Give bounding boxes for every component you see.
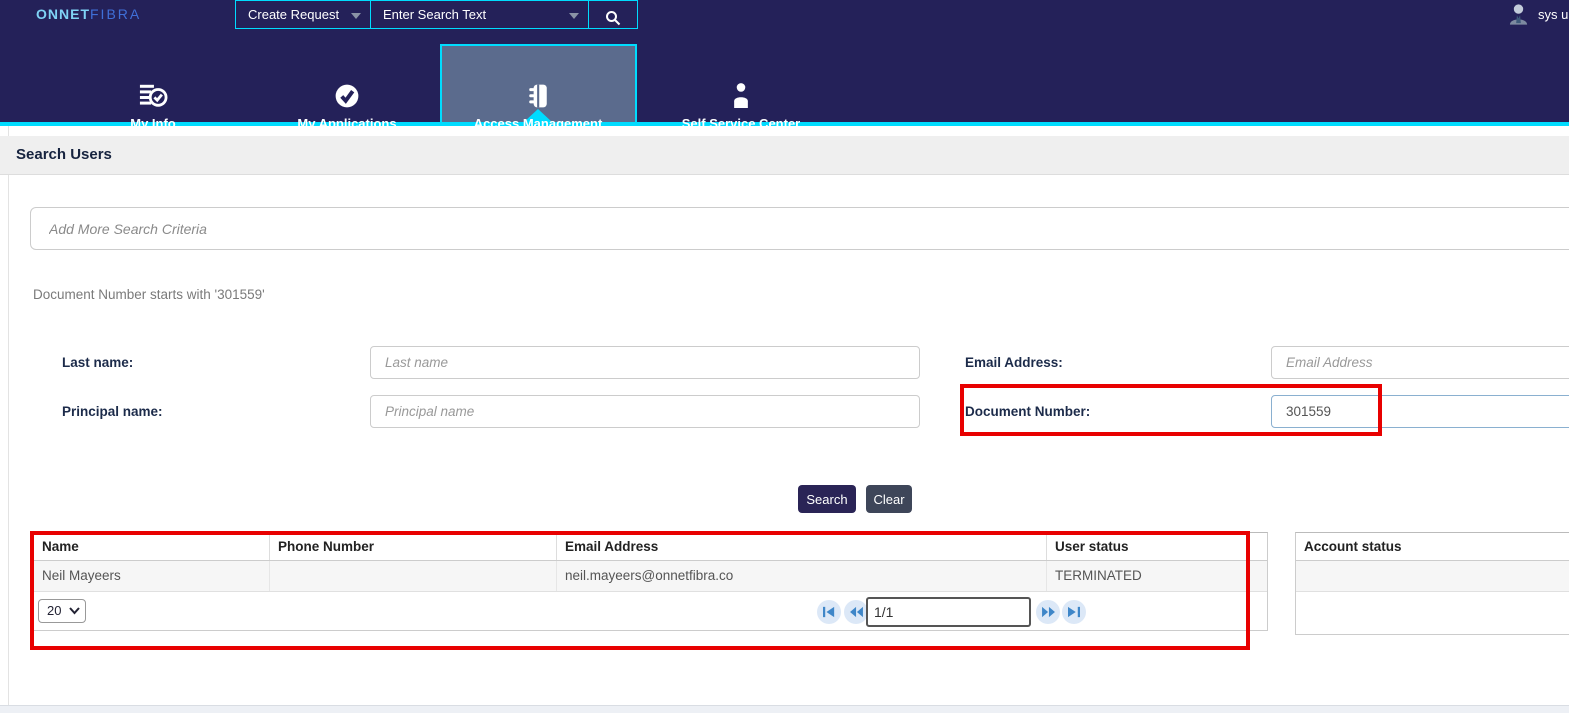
user-avatar[interactable] bbox=[1506, 2, 1531, 27]
page-size-select[interactable]: 20 bbox=[38, 599, 86, 623]
my-applications-icon bbox=[333, 81, 361, 111]
previous-page-icon bbox=[849, 606, 864, 618]
column-header-name[interactable]: Name bbox=[34, 533, 270, 560]
first-page-icon bbox=[822, 606, 836, 618]
brand-logo[interactable]: ONNETFIBRA bbox=[36, 0, 141, 29]
active-criteria-text: Document Number starts with '301559' bbox=[33, 287, 265, 302]
global-search-placeholder: Enter Search Text bbox=[383, 7, 486, 22]
tab-label: My Applications bbox=[297, 116, 396, 131]
global-search-combobox[interactable]: Enter Search Text bbox=[370, 0, 589, 29]
create-request-dropdown[interactable]: Create Request bbox=[235, 0, 371, 29]
last-page-button[interactable] bbox=[1062, 600, 1086, 624]
cell-phone bbox=[270, 561, 557, 591]
tab-self-service-center[interactable]: Self Service Center bbox=[646, 81, 836, 131]
self-service-icon bbox=[729, 81, 753, 111]
logged-in-user-label[interactable]: sys u bbox=[1538, 0, 1568, 29]
document-number-label: Document Number: bbox=[965, 404, 1090, 419]
column-header-phone[interactable]: Phone Number bbox=[270, 533, 557, 560]
column-header-account-status[interactable]: Account status bbox=[1296, 533, 1569, 561]
page-indicator-input[interactable] bbox=[866, 597, 1031, 627]
clear-button[interactable]: Clear bbox=[866, 485, 912, 513]
last-name-label: Last name: bbox=[62, 355, 133, 370]
cell-name: Neil Mayeers bbox=[34, 561, 270, 591]
app-root: ONNETFIBRA Create Request Enter Search T… bbox=[0, 0, 1569, 713]
results-table-header: Name Phone Number Email Address User sta… bbox=[34, 533, 1267, 561]
page-title: Search Users bbox=[16, 146, 112, 163]
create-request-label: Create Request bbox=[248, 7, 339, 22]
search-icon bbox=[605, 10, 621, 26]
next-page-button[interactable] bbox=[1036, 600, 1060, 624]
page-size-value: 20 bbox=[47, 603, 61, 618]
tab-label: Access Management bbox=[474, 116, 603, 131]
principal-name-label: Principal name: bbox=[62, 404, 163, 419]
logo-text-secondary: FIBRA bbox=[90, 6, 141, 22]
content-left-border bbox=[8, 126, 9, 705]
main-navigation: My Info My Applications A bbox=[0, 29, 1569, 122]
tab-label: Self Service Center bbox=[682, 116, 801, 131]
results-table-account-status-section: Account status bbox=[1295, 532, 1569, 635]
search-button[interactable]: Search bbox=[798, 485, 856, 513]
tab-label: My Info bbox=[130, 116, 176, 131]
email-address-input[interactable] bbox=[1271, 346, 1569, 379]
table-row[interactable]: Neil Mayeers neil.mayeers@onnetfibra.co … bbox=[34, 561, 1267, 592]
my-info-icon bbox=[138, 81, 168, 111]
last-page-icon bbox=[1067, 606, 1081, 618]
tab-my-applications[interactable]: My Applications bbox=[252, 81, 442, 131]
person-icon bbox=[1506, 2, 1531, 27]
access-management-icon bbox=[524, 81, 552, 111]
chevron-down-icon bbox=[569, 13, 579, 19]
chevron-down-icon bbox=[69, 607, 80, 615]
page-header: Search Users bbox=[0, 136, 1569, 175]
global-search-button[interactable] bbox=[588, 0, 638, 29]
logo-text-primary: ONNET bbox=[36, 6, 90, 22]
tab-access-management[interactable]: Access Management bbox=[443, 81, 633, 131]
tab-my-info[interactable]: My Info bbox=[58, 81, 248, 131]
previous-page-button[interactable] bbox=[844, 600, 868, 624]
email-address-label: Email Address: bbox=[965, 355, 1063, 370]
last-name-input[interactable] bbox=[370, 346, 920, 379]
add-criteria-input[interactable] bbox=[30, 207, 1569, 250]
column-header-email[interactable]: Email Address bbox=[557, 533, 1047, 560]
cell-email: neil.mayeers@onnetfibra.co bbox=[557, 561, 1047, 591]
chevron-down-icon bbox=[351, 13, 361, 19]
next-page-icon bbox=[1041, 606, 1056, 618]
cell-user-status: TERMINATED bbox=[1047, 561, 1267, 591]
principal-name-input[interactable] bbox=[370, 395, 920, 428]
column-header-user-status[interactable]: User status bbox=[1047, 533, 1267, 560]
document-number-input[interactable] bbox=[1271, 395, 1569, 428]
page-bottom-strip bbox=[0, 705, 1569, 713]
cell-account-status bbox=[1296, 561, 1569, 592]
first-page-button[interactable] bbox=[817, 600, 841, 624]
top-bar: ONNETFIBRA Create Request Enter Search T… bbox=[0, 0, 1569, 29]
